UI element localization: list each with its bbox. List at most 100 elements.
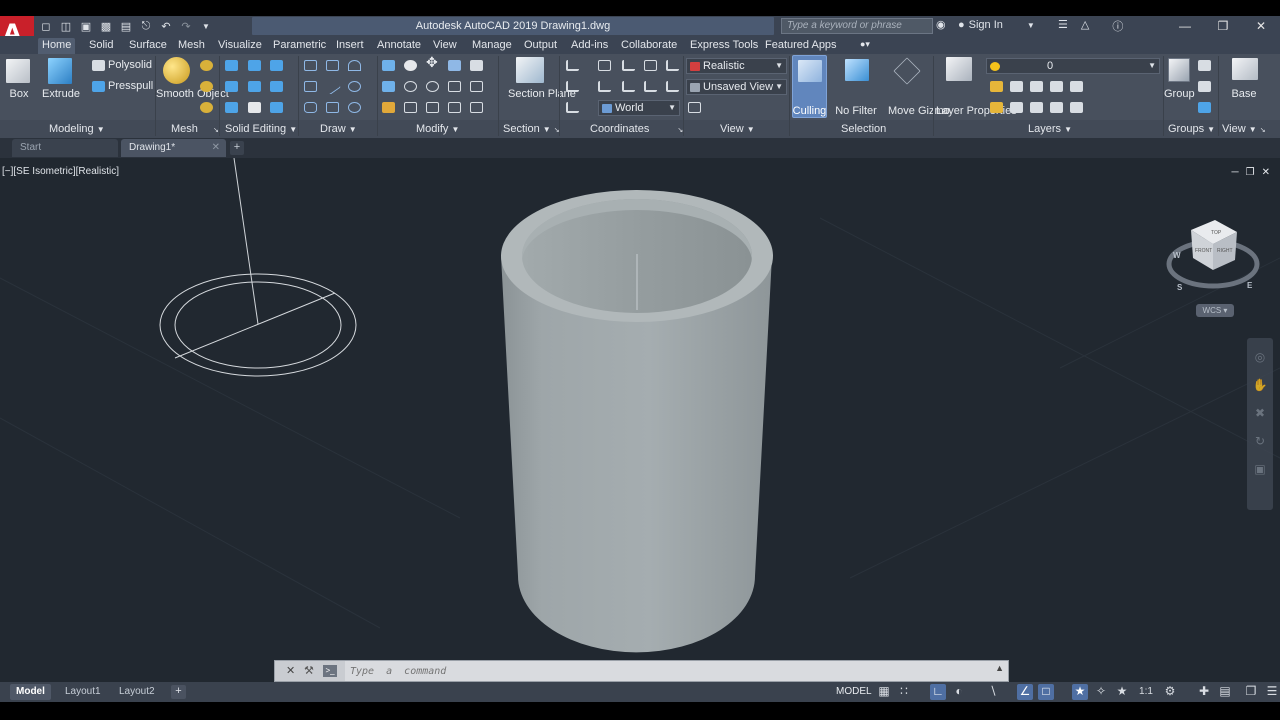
grid-icon[interactable]: ▦ <box>876 684 892 700</box>
tab-visualize[interactable]: Visualize <box>214 38 266 54</box>
object-snap-icon[interactable]: □ <box>1038 684 1054 700</box>
isolate-objects-icon[interactable]: ▤ <box>1217 684 1233 700</box>
ucs-3point-icon[interactable] <box>566 102 579 113</box>
save-icon[interactable]: ▣ <box>78 18 94 34</box>
close-icon[interactable]: ✕ <box>212 142 220 153</box>
tab-surface[interactable]: Surface <box>125 38 171 54</box>
section-plane-button[interactable]: Section Plane <box>508 88 576 101</box>
gear-icon[interactable]: ⚙ <box>1162 684 1178 700</box>
ucs-dropdown[interactable]: World ▼ <box>598 100 680 116</box>
group-selection-icon[interactable] <box>1198 102 1211 113</box>
tab-mesh[interactable]: Mesh <box>174 38 209 54</box>
layer-tool-icon[interactable] <box>1070 81 1083 92</box>
tab-add-ins[interactable]: Add-ins <box>567 38 612 54</box>
layer-tool-icon[interactable] <box>1050 81 1063 92</box>
annotation-scale-icon[interactable]: ★ <box>1114 684 1130 700</box>
scale-icon[interactable] <box>404 102 417 113</box>
model-space-toggle[interactable]: MODEL <box>833 685 875 700</box>
smooth-object-button[interactable]: Smooth Object <box>156 88 229 101</box>
layout-tab-layout2[interactable]: Layout2 <box>113 684 161 700</box>
save-as-icon[interactable]: ▩ <box>98 18 114 34</box>
steering-wheel-icon[interactable]: ◎ <box>1252 350 1268 366</box>
layout-tab-layout1[interactable]: Layout1 <box>59 684 107 700</box>
panel-title-groups[interactable]: Groups ▼ <box>1168 123 1215 135</box>
mirror-3d-icon[interactable] <box>404 81 417 92</box>
ucs-world-icon[interactable] <box>566 81 579 92</box>
named-view-dropdown[interactable]: Unsaved View ▼ <box>686 79 787 95</box>
layer-tool-icon[interactable] <box>1070 102 1083 113</box>
cylinder-tube[interactable] <box>501 190 773 653</box>
wcs-menu-button[interactable]: WCS ▾ <box>1196 304 1234 317</box>
panel-title-coordinates[interactable]: Coordinates ↘ <box>590 123 683 135</box>
box-icon[interactable] <box>6 59 30 83</box>
help-icon[interactable]: ⓘ <box>1112 18 1123 34</box>
layer-tool-icon[interactable] <box>990 81 1003 92</box>
erase-icon[interactable] <box>382 102 395 113</box>
help-search-input[interactable]: Type a keyword or phrase <box>781 18 933 34</box>
showmotion-icon[interactable]: ▣ <box>1252 462 1268 478</box>
ucs-z-icon[interactable] <box>666 81 679 92</box>
tab-view[interactable]: View <box>429 38 461 54</box>
undo-icon[interactable]: ↶ <box>158 18 174 34</box>
layer-tool-icon[interactable] <box>990 102 1003 113</box>
smooth-object-icon[interactable] <box>163 57 190 84</box>
polygon-icon[interactable] <box>304 102 317 113</box>
binoculars-icon[interactable]: ◉ <box>936 18 946 31</box>
interfere-icon[interactable] <box>248 102 261 113</box>
file-tab-start[interactable]: Start <box>12 139 118 157</box>
mesh-tool-icon[interactable] <box>200 81 213 92</box>
separate-icon[interactable] <box>270 102 283 113</box>
tab-collaborate[interactable]: Collaborate <box>617 38 681 54</box>
move-gizmo-icon[interactable] <box>893 57 921 85</box>
restore-icon[interactable]: ❐ <box>1204 16 1242 36</box>
viewport-controls-label[interactable]: [−][SE Isometric][Realistic] <box>2 166 119 177</box>
union-icon[interactable] <box>225 60 238 71</box>
arc-icon[interactable] <box>348 60 361 71</box>
ribbon-display-toggle-icon[interactable]: ●▾ <box>856 38 874 54</box>
extract-edges-icon[interactable] <box>270 60 283 71</box>
panel-title-draw[interactable]: Draw ▼ <box>320 123 357 135</box>
minimize-icon[interactable]: — <box>1166 16 1204 36</box>
rect-array-icon[interactable] <box>470 102 483 113</box>
trim-icon[interactable] <box>470 60 483 71</box>
ucs-origin-icon[interactable] <box>622 60 635 71</box>
move-gizmo-button[interactable]: Move Gizmo <box>888 105 950 118</box>
panel-title-modeling[interactable]: Modeling ▼ <box>49 123 105 135</box>
tab-express-tools[interactable]: Express Tools <box>686 38 762 54</box>
layer-dropdown[interactable]: 0 ▼ <box>986 58 1160 74</box>
panel-title-solid-editing[interactable]: Solid Editing ▼ <box>225 123 297 135</box>
command-input[interactable] <box>348 662 988 680</box>
layer-tool-icon[interactable] <box>1030 81 1043 92</box>
panel-title-view[interactable]: View ▼ <box>720 123 755 135</box>
visual-style-dropdown[interactable]: Realistic ▼ <box>686 58 787 74</box>
intersect-icon[interactable] <box>225 102 238 113</box>
viewport-config-icon[interactable] <box>688 102 701 113</box>
no-filter-button[interactable]: No Filter <box>833 105 879 118</box>
copy-icon[interactable] <box>448 81 461 92</box>
fillet-icon[interactable] <box>470 81 483 92</box>
circle-icon[interactable] <box>348 81 361 92</box>
viewcube[interactable]: TOP FRONT RIGHT W S E <box>1165 208 1261 298</box>
move-icon[interactable]: ✥ <box>426 55 438 69</box>
align-3d-icon[interactable] <box>382 81 395 92</box>
snap-icon[interactable]: ∷ <box>896 684 912 700</box>
new-file-icon[interactable]: ◻ <box>38 18 54 34</box>
extrude-faces-icon[interactable] <box>270 81 283 92</box>
mesh-tool-icon[interactable] <box>200 102 213 113</box>
new-tab-button[interactable]: + <box>230 141 244 155</box>
close-icon[interactable]: ✕ <box>1242 16 1280 36</box>
group-button[interactable]: Group <box>1164 88 1195 101</box>
ucs-x-icon[interactable] <box>666 60 679 71</box>
plot-icon[interactable]: ⎋ <box>138 18 154 34</box>
section-plane-icon[interactable] <box>516 57 544 83</box>
sign-in-button[interactable]: ● Sign In ▼ <box>958 19 1035 31</box>
tab-home[interactable]: Home <box>38 38 76 54</box>
isodraft-icon[interactable]: ∖ <box>985 684 1001 700</box>
panel-title-layers[interactable]: Layers ▼ <box>1028 123 1072 135</box>
line-icon[interactable] <box>324 78 341 95</box>
stretch-icon[interactable] <box>426 102 439 113</box>
object-snap-tracking-icon[interactable]: ∠ <box>1017 684 1033 700</box>
pan-icon[interactable]: ✋ <box>1252 378 1268 394</box>
tab-output[interactable]: Output <box>520 38 561 54</box>
fullscreen-icon[interactable]: ❐ <box>1243 684 1259 700</box>
